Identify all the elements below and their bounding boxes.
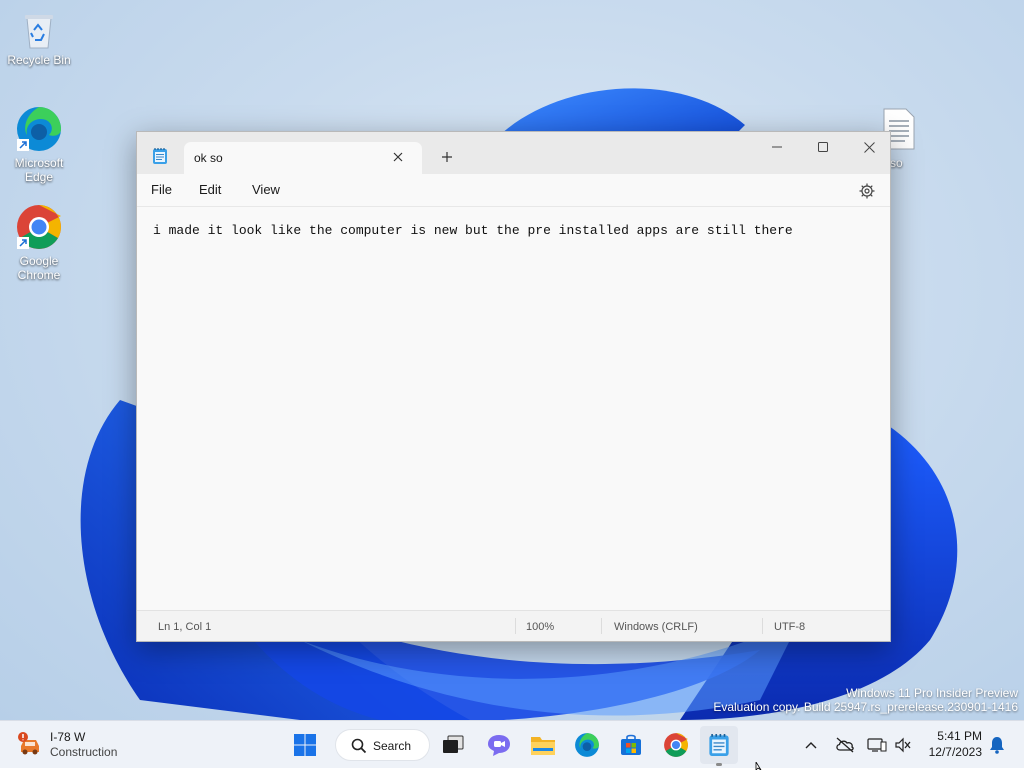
recycle-bin-icon [25, 15, 53, 49]
activation-watermark: Windows 11 Pro Insider Preview Evaluatio… [713, 686, 1018, 714]
gear-icon [859, 183, 875, 199]
weather-title: I-78 W [50, 730, 86, 744]
plus-icon [442, 152, 452, 162]
minimize-icon [772, 146, 782, 148]
edge-icon [17, 107, 61, 151]
chrome-taskbar-button[interactable] [657, 726, 695, 764]
notepad-app-icon [153, 148, 167, 164]
maximize-button[interactable] [800, 132, 846, 162]
running-indicator [716, 763, 722, 766]
close-icon [393, 152, 403, 162]
bell-icon [990, 737, 1004, 754]
menu-file[interactable]: File [151, 182, 172, 197]
task-view-icon [443, 735, 464, 753]
search-icon [351, 738, 367, 754]
folder-icon [531, 737, 555, 755]
onedrive-button[interactable] [830, 726, 860, 764]
edge-taskbar-button[interactable] [568, 726, 606, 764]
notepad-taskbar-button[interactable] [700, 726, 738, 764]
text-editor[interactable]: i made it look like the computer is new … [137, 206, 890, 611]
editor-content[interactable]: i made it look like the computer is new … [153, 223, 793, 238]
clock-time: 5:41 PM [937, 729, 982, 743]
weather-widget[interactable]: I-78 W Construction [14, 728, 144, 762]
tab-title: ok so [194, 151, 223, 165]
cloud-offline-icon [836, 737, 854, 753]
mouse-cursor-icon [755, 762, 762, 770]
notepad-app-icon [709, 734, 729, 756]
traffic-warning-icon [18, 732, 39, 755]
volume-button[interactable] [888, 726, 918, 764]
search-label: Search [373, 739, 412, 753]
window-close-button[interactable] [846, 132, 892, 162]
store-icon [621, 734, 641, 755]
desktop-icon-google-chrome[interactable]: Google Chrome [1, 203, 77, 282]
volume-muted-icon [895, 737, 911, 753]
desktop-icon-label: Google Chrome [17, 254, 61, 282]
notifications-button[interactable] [984, 726, 1010, 764]
network-icon [867, 738, 887, 752]
chevron-up-icon [805, 742, 817, 749]
cursor-position: Ln 1, Col 1 [158, 621, 212, 633]
zoom-level: 100% [526, 621, 555, 633]
chat-button[interactable] [480, 726, 518, 764]
settings-button[interactable] [856, 180, 878, 202]
edge-icon [575, 733, 599, 757]
maximize-icon [818, 142, 828, 152]
close-icon [863, 141, 875, 153]
chrome-icon [17, 205, 61, 249]
tab-close-button[interactable] [386, 146, 410, 168]
title-bar[interactable]: ok so [137, 132, 890, 174]
status-divider [515, 618, 516, 634]
desktop-icon-label: Microsoft Edge [14, 156, 64, 184]
minimize-button[interactable] [754, 132, 800, 162]
windows-logo-icon [294, 734, 316, 756]
tab-ok-so[interactable]: ok so [184, 142, 422, 174]
menu-edit[interactable]: Edit [199, 182, 221, 197]
clock-date: 12/7/2023 [928, 745, 982, 759]
start-button[interactable] [286, 726, 324, 764]
menu-view[interactable]: View [252, 182, 280, 197]
chrome-icon [664, 733, 688, 757]
desktop-icon-recycle-bin[interactable]: Recycle Bin [1, 10, 77, 67]
notepad-window: ok so File Edit View i made it look like… [136, 131, 891, 642]
taskbar: I-78 W Construction Search 5:41 PM 12/7/… [0, 720, 1024, 768]
weather-subtitle: Construction [50, 745, 118, 759]
new-tab-button[interactable] [435, 146, 459, 168]
desktop-icon-label: Recycle Bin [7, 53, 71, 67]
menu-bar: File Edit View [137, 174, 890, 206]
status-bar: Ln 1, Col 1 100% Windows (CRLF) UTF-8 [137, 610, 890, 641]
task-view-button[interactable] [434, 726, 472, 764]
status-divider [762, 618, 763, 634]
chat-icon [488, 735, 510, 756]
clock[interactable]: 5:41 PM 12/7/2023 [918, 728, 982, 760]
watermark-line-1: Windows 11 Pro Insider Preview [846, 686, 1018, 700]
status-divider [601, 618, 602, 634]
encoding: UTF-8 [774, 621, 806, 633]
taskbar-search[interactable]: Search [335, 729, 430, 761]
watermark-line-2: Evaluation copy. Build 25947.rs_prerelea… [713, 700, 1018, 714]
file-explorer-button[interactable] [524, 726, 562, 764]
store-button[interactable] [612, 726, 650, 764]
line-ending: Windows (CRLF) [614, 621, 698, 633]
desktop-icon-microsoft-edge[interactable]: Microsoft Edge [1, 105, 77, 184]
show-hidden-icons-button[interactable] [796, 726, 826, 764]
